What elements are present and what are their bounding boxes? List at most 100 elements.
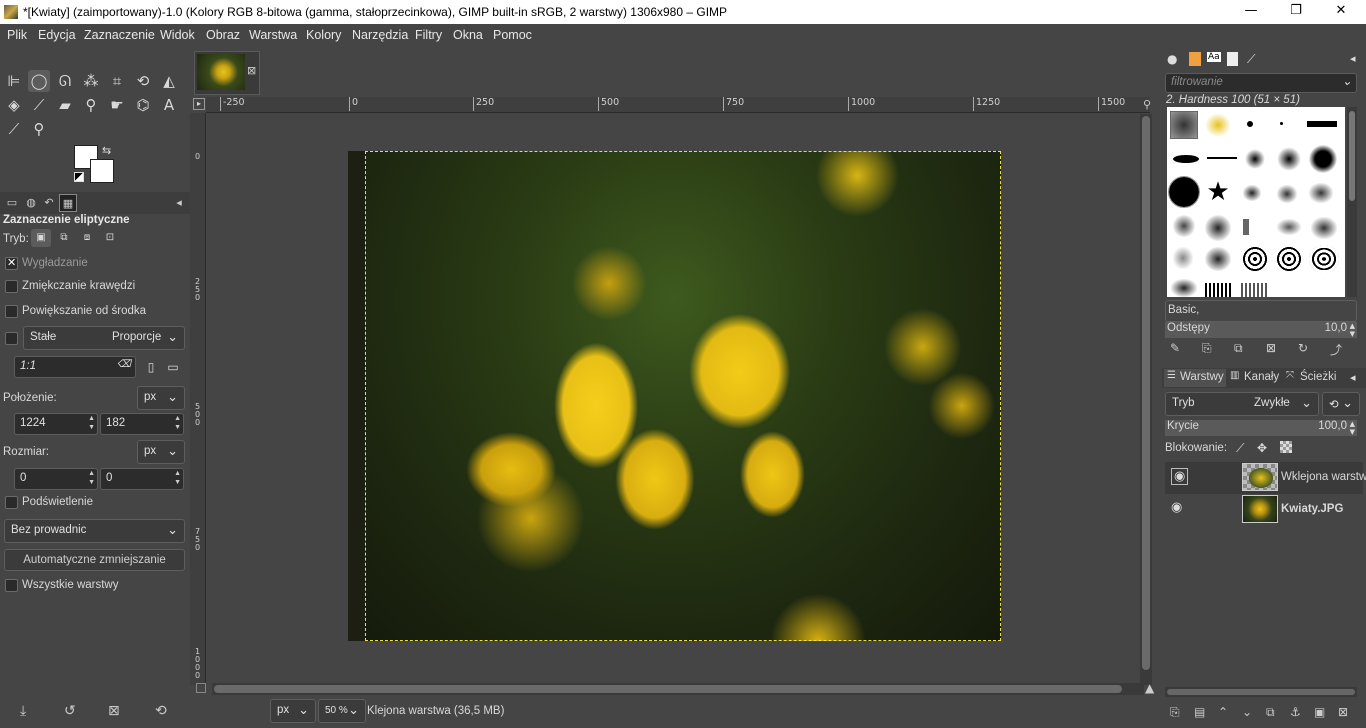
spin-arrows-icon[interactable]: ▲ ▼ [88,469,95,487]
dock-menu-icon[interactable]: ◂ [1350,371,1356,384]
menu-kolory[interactable]: Kolory [306,28,341,42]
clone-icon[interactable]: ⚲ [80,94,102,116]
menu-obraz[interactable]: Obraz [206,28,240,42]
ellipse-select-icon[interactable]: ◯ [28,70,50,92]
layers-scrollbar[interactable] [1165,687,1357,697]
pattern-tab-icon[interactable] [1189,52,1201,66]
spin-arrows-icon[interactable]: ▲ ▼ [88,414,95,432]
transform-icon[interactable]: ⟲ [132,70,154,92]
brush-item[interactable] [1173,155,1199,163]
restore-options-icon[interactable]: ↺ [64,703,76,719]
brush-filter-input[interactable]: filtrowanie ⌄ [1165,73,1357,93]
menu-plik[interactable]: Plik [7,28,27,42]
mode-replace-icon[interactable]: ▣ [31,229,51,247]
zoom-tool-icon[interactable]: ⚲ [28,118,50,140]
brush-item[interactable] [1277,185,1297,203]
menu-pomoc[interactable]: Pomoc [493,28,532,42]
brush-item[interactable] [1168,176,1200,208]
highlight-checkbox[interactable] [5,496,18,509]
brush-item[interactable] [1207,157,1237,159]
new-layer-icon[interactable]: ⎘ [1170,705,1180,720]
scrollbar-thumb[interactable] [1349,111,1355,201]
portrait-icon[interactable]: ▯ [142,357,160,377]
zoom-combo[interactable]: 50 % ⌄ [318,699,366,723]
tab-channels[interactable]: ▥ Kanały [1228,369,1284,387]
reset-options-icon[interactable]: ⟲ [155,703,167,719]
landscape-icon[interactable]: ▭ [164,357,182,377]
brush-item[interactable] [1205,283,1233,297]
default-colors-icon[interactable] [74,172,84,182]
minimize-button[interactable]: — [1228,0,1274,24]
delete-options-icon[interactable]: ⊠ [108,703,120,719]
position-unit-combo[interactable]: px ⌄ [137,386,185,410]
size-h-field[interactable]: 0 ▲ ▼ [100,468,184,490]
brush-item[interactable] [1205,247,1231,271]
spacing-slider[interactable]: Odstępy 10,0 ▲ ▼ [1165,322,1357,338]
brush-item[interactable] [1309,183,1333,203]
brush-item[interactable] [1247,121,1253,127]
brush-item[interactable] [1205,113,1231,137]
opacity-slider[interactable]: Krycie 100,0 ▲ ▼ [1165,420,1357,436]
delete-layer-icon[interactable]: ⊠ [1338,705,1348,719]
menu-warstwa[interactable]: Warstwa [249,28,297,42]
brush-item[interactable] [1275,245,1303,273]
brush-grid[interactable]: ★ [1167,107,1345,297]
spin-arrows-icon[interactable]: ▲ ▼ [1350,420,1355,436]
paths-icon[interactable]: ⌬ [132,94,154,116]
dynamics-tab-icon[interactable]: ⟋ [1247,52,1255,67]
mode-subtract-icon[interactable]: ⧈ [77,229,97,247]
menu-widok[interactable]: Widok [160,28,195,42]
brush-item[interactable] [1280,122,1283,125]
font-tab-icon[interactable]: Aa [1207,52,1221,62]
mode-add-icon[interactable]: ⧉ [54,229,74,247]
image-tab[interactable]: ⊠ [194,51,260,95]
unit-combo[interactable]: px ⌄ [270,699,316,723]
dock-menu-icon[interactable]: ◂ [170,194,188,212]
fixed-checkbox[interactable] [5,332,18,345]
visibility-eye-icon[interactable]: ◉ [1171,500,1182,515]
smudge-icon[interactable]: ☛ [106,94,128,116]
layer-row[interactable]: ◉ Wklejona warstwa [1165,462,1366,494]
tab-paths[interactable]: ⤧ Ścieżki [1284,369,1340,387]
layer-name[interactable]: Kwiaty.JPG [1281,503,1343,515]
images-tab-icon[interactable]: ▦ [59,194,77,212]
position-x-field[interactable]: 1224 ▲ ▼ [14,413,98,435]
brush-item[interactable] [1170,111,1198,139]
brush-item[interactable] [1243,219,1249,235]
expand-center-checkbox[interactable] [5,305,18,318]
lower-layer-icon[interactable]: ⌄ [1242,705,1252,719]
maximize-button[interactable]: ❐ [1273,0,1319,24]
composite-mode-combo[interactable]: ⟲ ⌄ [1322,392,1360,416]
scrollbar-thumb[interactable] [1167,689,1355,695]
document-tab-icon[interactable] [1227,52,1238,66]
zoom-fit-icon[interactable]: ⚲ [1143,98,1151,111]
menu-arrow-icon[interactable]: ▸ [193,98,205,110]
lock-pixels-icon[interactable]: ⟋ [1236,441,1244,456]
warp-icon[interactable]: ◭ [158,70,180,92]
open-brush-icon[interactable]: ⤴ [1330,341,1342,358]
star-brush-icon[interactable]: ★ [1205,179,1231,205]
menu-filtry[interactable]: Filtry [415,28,442,42]
color-picker-icon[interactable]: ⟋ [3,118,25,140]
close-tab-icon[interactable]: ⊠ [247,64,256,77]
lock-alpha-icon[interactable] [1280,441,1292,453]
brush-tab-icon[interactable]: ● [1167,52,1177,66]
guides-combo[interactable]: Bez prowadnic ⌄ [4,519,185,543]
anchor-layer-icon[interactable]: ⚓ [1290,705,1301,719]
brush-item[interactable] [1241,245,1269,273]
horizontal-scrollbar[interactable] [212,683,1144,695]
menu-okna[interactable]: Okna [453,28,483,42]
brush-item[interactable] [1205,215,1231,241]
feather-checkbox[interactable] [5,280,18,293]
layer-name[interactable]: Wklejona warstwa [1281,471,1366,483]
crop-icon[interactable]: ⌗ [106,70,128,92]
undo-history-tab-icon[interactable]: ↶ [40,194,58,212]
mode-intersect-icon[interactable]: ⊡ [100,229,120,247]
canvas-area[interactable] [207,114,1141,685]
vertical-scrollbar[interactable] [1140,114,1152,685]
quick-mask-icon[interactable] [196,683,206,693]
position-y-field[interactable]: 182 ▲ ▼ [100,413,184,435]
eraser-icon[interactable]: ▰ [54,94,76,116]
free-select-icon[interactable]: ᘏ [54,70,76,92]
dock-menu-icon[interactable]: ◂ [1350,52,1356,65]
